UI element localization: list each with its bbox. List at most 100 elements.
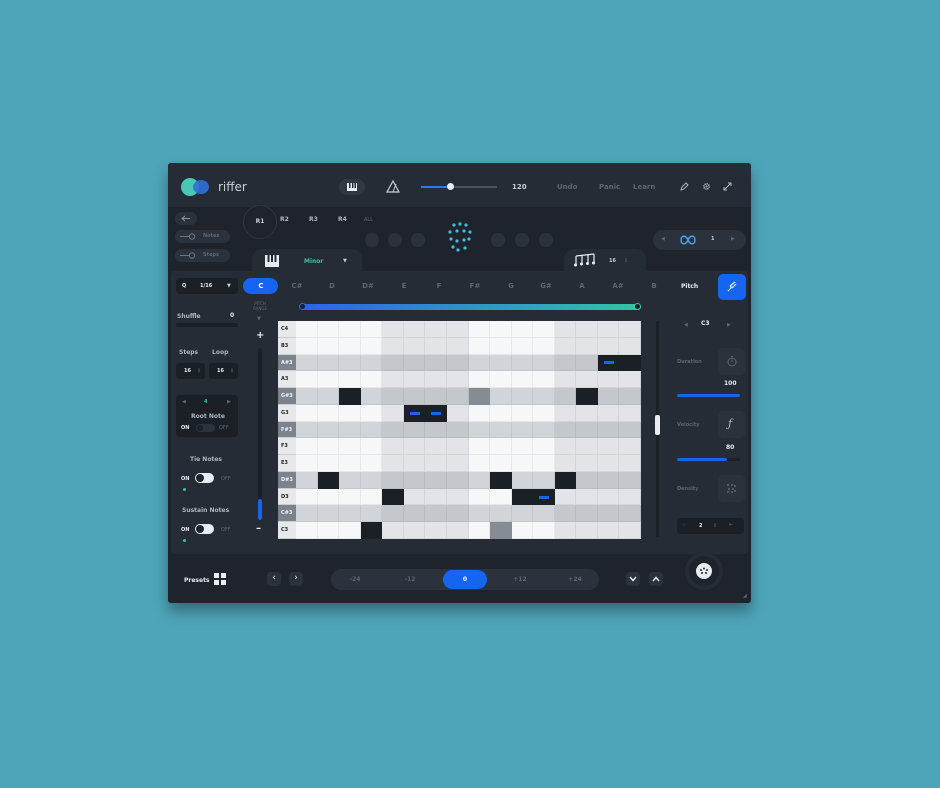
grid-cell[interactable] xyxy=(490,421,512,439)
grid-cell[interactable] xyxy=(296,354,318,372)
grid-cell[interactable] xyxy=(597,321,620,338)
grid-cell[interactable] xyxy=(576,505,598,523)
grid-cell[interactable] xyxy=(296,522,318,539)
grid-cell[interactable] xyxy=(619,404,641,422)
loop-infinity-icon[interactable] xyxy=(675,234,701,246)
grid-cell[interactable] xyxy=(533,404,555,422)
grid-cell[interactable] xyxy=(597,371,620,389)
control-button-6[interactable] xyxy=(539,233,553,247)
loop-next-icon[interactable]: ▶ xyxy=(731,236,735,242)
grid-cell[interactable] xyxy=(597,337,620,355)
riff-r3-button[interactable]: R3 xyxy=(309,216,318,223)
grid-cell[interactable] xyxy=(425,505,447,523)
keyboard-mode-button[interactable] xyxy=(339,179,365,195)
grid-cell[interactable] xyxy=(317,321,340,338)
grid-cell[interactable] xyxy=(554,354,577,372)
grid-cell[interactable] xyxy=(317,421,340,439)
grid-cell[interactable] xyxy=(382,522,404,539)
key-c[interactable]: C xyxy=(251,282,271,290)
velocity-button[interactable]: ƒ xyxy=(718,411,745,438)
grid-cell[interactable] xyxy=(597,455,620,472)
grid-cell[interactable] xyxy=(597,388,620,405)
scroll-up-button[interactable] xyxy=(649,572,663,586)
grid-cell[interactable] xyxy=(597,438,620,456)
key-e[interactable]: E xyxy=(394,282,414,290)
tempo-slider-knob[interactable] xyxy=(446,183,454,190)
grid-cell[interactable] xyxy=(554,404,577,422)
grid-cell[interactable] xyxy=(468,488,491,506)
grid-cell[interactable] xyxy=(554,421,577,439)
grid-cell[interactable] xyxy=(425,488,447,506)
key-b[interactable]: B xyxy=(644,282,664,290)
grid-cell[interactable] xyxy=(468,471,491,489)
control-button-1[interactable] xyxy=(365,233,379,247)
grid-cell[interactable] xyxy=(511,505,534,523)
grid-note[interactable] xyxy=(576,388,598,405)
grid-cell[interactable] xyxy=(619,337,641,355)
riff-all-button[interactable]: ALL xyxy=(364,217,373,223)
grid-cell[interactable] xyxy=(317,337,340,355)
grid-cell[interactable] xyxy=(468,337,491,355)
grid-cell[interactable] xyxy=(339,404,361,422)
grid-cell[interactable] xyxy=(382,421,404,439)
grid-cell[interactable] xyxy=(619,438,641,456)
grid-cell[interactable] xyxy=(382,321,404,338)
grid-cell-muted[interactable] xyxy=(490,522,512,539)
grid-cell[interactable] xyxy=(403,522,426,539)
riff-r4-button[interactable]: R4 xyxy=(338,216,347,223)
grid-cell[interactable] xyxy=(360,337,383,355)
grid-cell[interactable] xyxy=(425,421,447,439)
grid-cell[interactable] xyxy=(511,337,534,355)
grid-icon[interactable] xyxy=(214,573,226,585)
pitch-range-plus-button[interactable]: + xyxy=(256,330,264,341)
grid-cell[interactable] xyxy=(554,522,577,539)
grid-cell[interactable] xyxy=(533,522,555,539)
grid-cell[interactable] xyxy=(360,505,383,523)
riff-r2-button[interactable]: R2 xyxy=(280,216,289,223)
grid-cell[interactable] xyxy=(554,371,577,389)
grid-cell[interactable] xyxy=(446,471,469,489)
grid-cell[interactable] xyxy=(511,404,534,422)
octave-0[interactable]: 0 xyxy=(450,576,480,583)
grid-cell[interactable] xyxy=(468,371,491,389)
grid-cell[interactable] xyxy=(511,388,534,405)
grid-cell[interactable] xyxy=(619,388,641,405)
grid-cell[interactable] xyxy=(296,337,318,355)
grid-cell[interactable] xyxy=(511,354,534,372)
grid-cell[interactable] xyxy=(382,438,404,456)
grid-cell[interactable] xyxy=(597,421,620,439)
grid-cell[interactable] xyxy=(296,438,318,456)
grid-cell[interactable] xyxy=(468,421,491,439)
grid-cell[interactable] xyxy=(533,354,555,372)
grid-cell[interactable] xyxy=(554,321,577,338)
grid-cell[interactable] xyxy=(317,404,340,422)
grid-cell[interactable] xyxy=(511,421,534,439)
key-d[interactable]: D xyxy=(322,282,342,290)
grid-cell[interactable] xyxy=(339,354,361,372)
grid-cell[interactable] xyxy=(533,438,555,456)
grid-cell[interactable] xyxy=(490,388,512,405)
grid-cell[interactable] xyxy=(403,354,426,372)
root-prev-icon[interactable]: ◀ xyxy=(182,399,186,405)
grid-cell[interactable] xyxy=(511,471,534,489)
grid-cell[interactable] xyxy=(446,371,469,389)
control-button-2[interactable] xyxy=(388,233,402,247)
steps-stepper[interactable]: 16 ⇕ xyxy=(176,363,205,379)
grid-cell[interactable] xyxy=(360,371,383,389)
grid-cell[interactable] xyxy=(490,337,512,355)
grid-cell[interactable] xyxy=(446,522,469,539)
note-next-icon[interactable]: ▶ xyxy=(727,322,731,328)
grid-cell[interactable] xyxy=(576,488,598,506)
grid-cell[interactable] xyxy=(296,321,318,338)
grid-cell[interactable] xyxy=(619,371,641,389)
key-a-sharp[interactable]: A# xyxy=(608,282,628,290)
grid-cell[interactable] xyxy=(619,488,641,506)
grid-cell[interactable] xyxy=(446,337,469,355)
grid-cell[interactable] xyxy=(468,354,491,372)
grid-cell[interactable] xyxy=(576,321,598,338)
grid-cell[interactable] xyxy=(403,321,426,338)
grid-cell[interactable] xyxy=(576,522,598,539)
grid-cell[interactable] xyxy=(576,455,598,472)
grid-cell[interactable] xyxy=(533,455,555,472)
grid-cell[interactable] xyxy=(296,455,318,472)
